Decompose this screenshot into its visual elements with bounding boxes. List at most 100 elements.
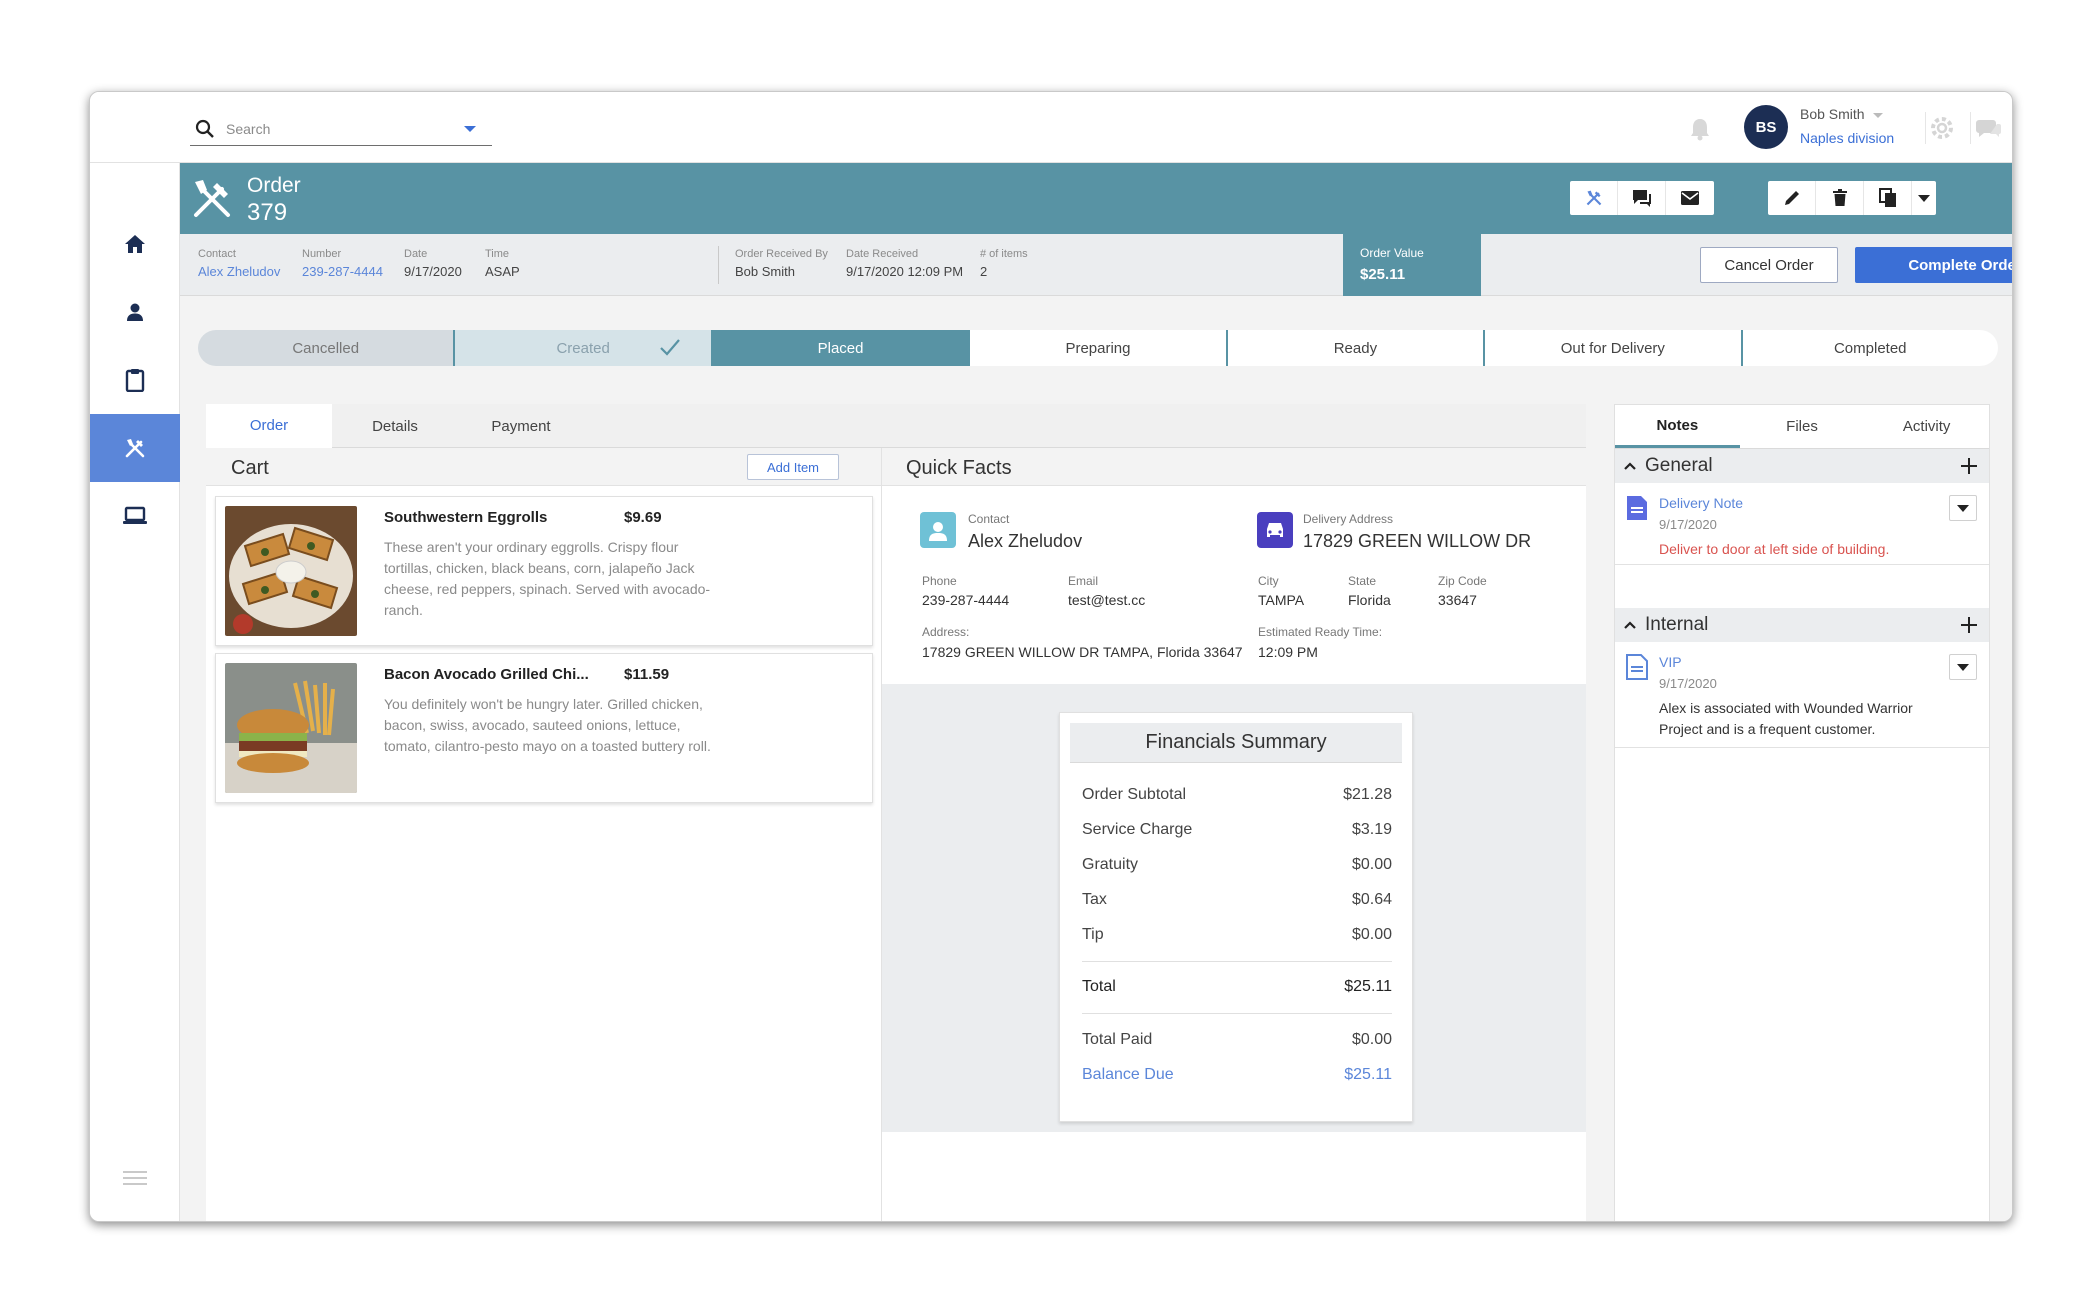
info-time: Time ASAP bbox=[485, 248, 520, 279]
cart-item-description: You definitely won't be hungry later. Gr… bbox=[384, 696, 711, 754]
delete-button[interactable] bbox=[1816, 181, 1864, 215]
copy-icon bbox=[1878, 188, 1896, 207]
fin-row-tip: Tip $0.00 bbox=[1082, 926, 1392, 944]
qf-zip: 33647 bbox=[1438, 592, 1477, 608]
cart-item[interactable]: Bacon Avocado Grilled Chi... $11.59 You … bbox=[215, 653, 873, 803]
note-title[interactable]: Delivery Note bbox=[1659, 495, 1743, 511]
tab-details[interactable]: Details bbox=[332, 404, 458, 448]
food-image-sandwich bbox=[225, 663, 357, 793]
info-received-by-value: Bob Smith bbox=[735, 264, 795, 279]
food-image-eggrolls bbox=[225, 506, 357, 636]
complete-order-button[interactable]: Complete Order bbox=[1855, 247, 2012, 283]
notes-group-general[interactable]: General bbox=[1615, 449, 1989, 483]
tab-files[interactable]: Files bbox=[1740, 405, 1865, 448]
info-divider bbox=[718, 246, 719, 284]
cancel-order-button[interactable]: Cancel Order bbox=[1700, 247, 1838, 283]
note-menu-button[interactable] bbox=[1949, 654, 1977, 680]
sidebar-item-devices[interactable] bbox=[90, 482, 180, 550]
bell-icon[interactable] bbox=[1685, 114, 1715, 144]
notes-group-internal[interactable]: Internal bbox=[1615, 608, 1989, 642]
tab-activity[interactable]: Activity bbox=[1864, 405, 1989, 448]
sidebar-item-orders[interactable] bbox=[90, 414, 180, 482]
note-title[interactable]: VIP bbox=[1659, 654, 1682, 670]
fin-label: Total bbox=[1082, 978, 1116, 995]
fin-row-subtotal: Order Subtotal $21.28 bbox=[1082, 786, 1392, 804]
status-step-completed[interactable]: Completed bbox=[1742, 330, 1998, 366]
info-contact-label: Contact bbox=[198, 248, 236, 260]
fin-label: Total Paid bbox=[1082, 1031, 1153, 1048]
qf-email-label: Email bbox=[1068, 574, 1099, 588]
cart-header: Cart Add Item bbox=[206, 448, 881, 486]
tab-notes[interactable]: Notes bbox=[1615, 405, 1740, 448]
user-name[interactable]: Bob Smith bbox=[1800, 106, 1883, 122]
info-number-link[interactable]: 239-287-4444 bbox=[302, 264, 383, 279]
chat-bubbles-icon[interactable] bbox=[1970, 112, 2006, 144]
chat-icon bbox=[1632, 190, 1651, 207]
status-step-cancelled[interactable]: Cancelled bbox=[198, 330, 456, 366]
fin-row-balance-due[interactable]: Balance Due $25.11 bbox=[1082, 1066, 1392, 1084]
fin-value: $0.00 bbox=[1351, 1031, 1392, 1048]
message-button[interactable] bbox=[1618, 181, 1666, 215]
avatar[interactable]: BS bbox=[1744, 105, 1788, 149]
qf-state: Florida bbox=[1348, 592, 1391, 608]
note-menu-button[interactable] bbox=[1949, 495, 1977, 521]
add-note-icon[interactable] bbox=[1949, 616, 1989, 634]
document-icon bbox=[1625, 495, 1649, 521]
sidebar-item-home[interactable] bbox=[90, 210, 180, 278]
tab-payment[interactable]: Payment bbox=[458, 404, 584, 448]
note-date: 9/17/2020 bbox=[1659, 517, 1717, 532]
search-box[interactable]: Search bbox=[190, 112, 492, 146]
chevron-up-icon[interactable] bbox=[1615, 461, 1645, 471]
status-step-preparing[interactable]: Preparing bbox=[970, 330, 1228, 366]
utensils-icon bbox=[1586, 190, 1601, 206]
sidebar-item-tasks[interactable] bbox=[90, 346, 180, 414]
status-step-created[interactable]: Created bbox=[455, 330, 713, 366]
qf-city-label: City bbox=[1258, 574, 1279, 588]
fin-label: Order Subtotal bbox=[1082, 786, 1187, 803]
info-time-value: ASAP bbox=[485, 264, 520, 279]
email-button[interactable] bbox=[1666, 181, 1714, 215]
info-date: Date 9/17/2020 bbox=[404, 248, 462, 279]
chevron-down-icon bbox=[1918, 194, 1930, 202]
note-text: Deliver to door at left side of building… bbox=[1659, 541, 1890, 557]
fin-label: Tip bbox=[1082, 926, 1104, 943]
fin-row-service-charge: Service Charge $3.19 bbox=[1082, 821, 1392, 839]
qf-city: TAMPA bbox=[1258, 592, 1305, 608]
status-step-ready[interactable]: Ready bbox=[1227, 330, 1486, 366]
info-contact-link[interactable]: Alex Zheludov bbox=[198, 264, 280, 279]
user-menu-caret[interactable] bbox=[1872, 112, 1883, 118]
more-actions-button[interactable] bbox=[1912, 181, 1936, 215]
qf-delivery-address: 17829 GREEN WILLOW DR bbox=[1303, 531, 1532, 551]
chevron-up-icon[interactable] bbox=[1615, 620, 1645, 630]
status-step-label: Preparing bbox=[1065, 339, 1131, 357]
status-step-out-for-delivery[interactable]: Out for Delivery bbox=[1485, 330, 1743, 366]
cart-item-price: $9.69 bbox=[624, 509, 662, 526]
gear-icon[interactable] bbox=[1925, 112, 1957, 144]
laptop-icon bbox=[123, 506, 147, 524]
car-icon bbox=[1257, 512, 1293, 548]
status-progress-bar: Cancelled Created Placed Preparing Ready… bbox=[198, 330, 1998, 366]
cart-item[interactable]: Southwestern Eggrolls $9.69 These aren't… bbox=[215, 496, 873, 646]
tab-order[interactable]: Order bbox=[206, 404, 332, 448]
add-note-icon[interactable] bbox=[1949, 457, 1989, 475]
sidebar-item-contacts[interactable] bbox=[90, 278, 180, 346]
copy-button[interactable] bbox=[1864, 181, 1912, 215]
note-item[interactable]: Delivery Note 9/17/2020 Deliver to door … bbox=[1615, 489, 1989, 565]
kitchen-button[interactable] bbox=[1570, 181, 1618, 215]
fin-label: Balance Due bbox=[1082, 1066, 1174, 1083]
search-input[interactable]: Search bbox=[226, 121, 464, 137]
search-dropdown-caret[interactable] bbox=[464, 125, 476, 132]
note-item[interactable]: VIP 9/17/2020 Alex is associated with Wo… bbox=[1615, 648, 1989, 748]
add-item-button[interactable]: Add Item bbox=[747, 454, 839, 480]
status-step-label: Completed bbox=[1833, 339, 1907, 357]
edit-icon bbox=[1784, 191, 1799, 205]
menu-toggle-icon[interactable] bbox=[123, 1167, 147, 1189]
info-number-label: Number bbox=[302, 248, 342, 260]
qf-contact-name: Alex Zheludov bbox=[968, 531, 1083, 551]
order-quick-actions bbox=[1570, 181, 1714, 215]
user-division[interactable]: Naples division bbox=[1800, 130, 1894, 146]
cart-item-name: Southwestern Eggrolls bbox=[384, 509, 548, 526]
status-step-placed[interactable]: Placed bbox=[712, 330, 971, 366]
qf-state-label: State bbox=[1348, 574, 1377, 588]
edit-button[interactable] bbox=[1768, 181, 1816, 215]
